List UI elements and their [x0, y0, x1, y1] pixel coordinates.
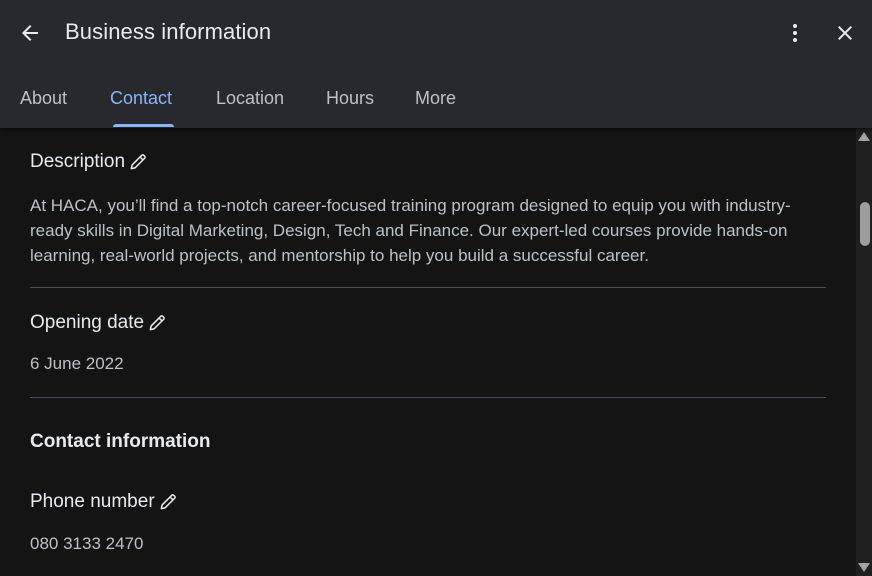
- pencil-icon: [149, 315, 165, 331]
- active-tab-indicator: [113, 124, 174, 127]
- tab-more[interactable]: More: [415, 70, 456, 128]
- contact-information-heading: Contact information: [30, 431, 211, 452]
- description-text: At HACA, you’ll find a top-notch career-…: [30, 196, 791, 265]
- scroll-up-arrow-icon[interactable]: [858, 132, 870, 141]
- divider: [30, 287, 826, 288]
- tab-bar: About Contact Location Hours More: [0, 70, 600, 128]
- pencil-icon: [130, 154, 146, 170]
- edit-description-button[interactable]: [127, 151, 149, 173]
- more-options-button[interactable]: [779, 17, 811, 49]
- phone-number-section: Phone number: [30, 491, 179, 513]
- tab-contact[interactable]: Contact: [110, 70, 172, 128]
- contact-content: Description At HACA, you’ll find a top-n…: [0, 128, 856, 576]
- opening-date-value: 6 June 2022: [30, 354, 124, 373]
- back-button[interactable]: [14, 17, 46, 49]
- edit-opening-date-button[interactable]: [146, 312, 168, 334]
- edit-phone-number-button[interactable]: [157, 491, 179, 513]
- close-button[interactable]: [829, 17, 861, 49]
- scrollbar-thumb[interactable]: [860, 202, 870, 246]
- scroll-down-arrow-icon[interactable]: [858, 563, 870, 572]
- description-section: Description: [30, 151, 149, 173]
- scrollbar-track[interactable]: [856, 128, 872, 576]
- opening-date-label: Opening date: [30, 312, 145, 333]
- tab-location[interactable]: Location: [216, 70, 284, 128]
- more-vert-icon: [793, 24, 797, 42]
- tab-about[interactable]: About: [20, 70, 67, 128]
- business-information-panel: Business information About Contact Locat…: [0, 0, 872, 576]
- phone-number-value: 080 3133 2470: [30, 534, 144, 553]
- opening-date-section: Opening date: [30, 312, 168, 334]
- close-icon: [838, 26, 852, 40]
- phone-number-label: Phone number: [30, 491, 155, 512]
- divider: [30, 397, 826, 398]
- arrow-back-icon: [22, 25, 38, 41]
- pencil-icon: [160, 494, 176, 510]
- tab-hours[interactable]: Hours: [326, 70, 374, 128]
- description-label: Description: [30, 151, 126, 172]
- page-title: Business information: [65, 19, 272, 44]
- panel-header: Business information About Contact Locat…: [0, 0, 872, 128]
